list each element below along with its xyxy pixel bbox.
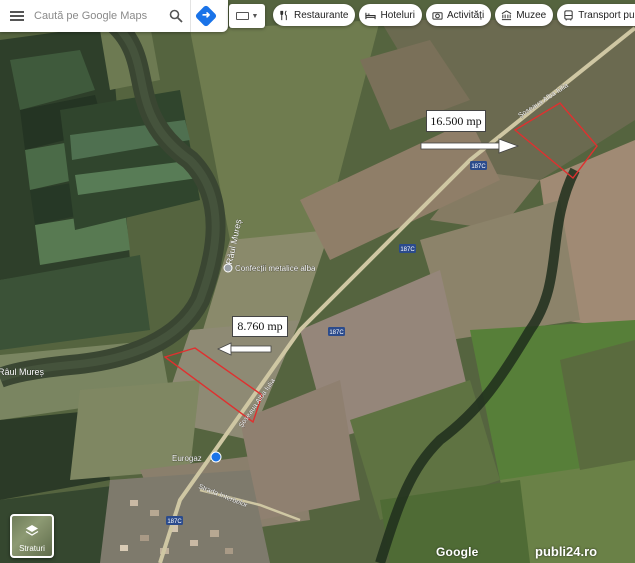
area-label-south: 8.760 mp bbox=[232, 316, 288, 337]
road-shield: 187C bbox=[399, 244, 416, 253]
category-chips: Restaurante Hoteluri Activități Muzee Tr… bbox=[273, 4, 635, 26]
directions-button[interactable]: ➜ bbox=[190, 0, 220, 32]
keyboard-icon bbox=[235, 12, 249, 20]
road-shield: 187C bbox=[328, 327, 345, 336]
chip-activitati[interactable]: Activități bbox=[425, 4, 492, 26]
directions-icon: ➜ bbox=[194, 4, 217, 28]
chip-transport-public[interactable]: Transport public bbox=[557, 4, 635, 26]
road-shield-label: 187C bbox=[471, 164, 486, 170]
camera-icon bbox=[432, 11, 443, 20]
arrow-left-icon bbox=[217, 342, 272, 356]
road-shield-label: 187C bbox=[167, 519, 182, 525]
chip-label: Restaurante bbox=[294, 9, 349, 21]
bus-icon bbox=[564, 9, 573, 21]
poi-eurogaz-label: Eurogaz bbox=[172, 454, 202, 463]
search-input[interactable] bbox=[34, 4, 162, 28]
area-label-north: 16.500 mp bbox=[426, 110, 486, 132]
search-bar: ➜ bbox=[0, 0, 228, 32]
keyboard-toggle-button[interactable]: ▼ bbox=[229, 4, 265, 28]
poi-eurogaz[interactable]: Eurogaz bbox=[172, 451, 222, 463]
layers-label: Straturi bbox=[19, 544, 45, 553]
search-icon[interactable] bbox=[162, 0, 190, 32]
chip-label: Muzee bbox=[516, 9, 547, 21]
museum-icon bbox=[501, 9, 512, 20]
chip-label: Transport public bbox=[578, 9, 635, 21]
road-shield: 187C bbox=[166, 516, 183, 525]
poi-dot-icon bbox=[223, 263, 233, 273]
chevron-down-icon: ▼ bbox=[251, 12, 259, 20]
gas-station-icon bbox=[210, 451, 222, 463]
town-area bbox=[100, 470, 270, 563]
layers-button[interactable]: Straturi bbox=[10, 514, 54, 558]
layers-icon bbox=[25, 525, 39, 536]
chip-label: Activități bbox=[446, 9, 485, 21]
satellite-map[interactable]: 187C 187C 187C 187C Râul Mureș Râul Mure… bbox=[0, 0, 635, 563]
bed-icon bbox=[365, 12, 377, 19]
river-label-lower: Râul Mureș bbox=[0, 367, 45, 377]
road-shield: 187C bbox=[470, 161, 487, 170]
chip-restaurante[interactable]: Restaurante bbox=[273, 4, 356, 26]
fork-knife-icon bbox=[280, 9, 287, 20]
poi-confectii-label: Confecții metalice alba bbox=[235, 264, 316, 273]
publi24-watermark: publi24.ro bbox=[535, 544, 598, 559]
google-logo: Google bbox=[436, 545, 479, 559]
arrow-right-icon bbox=[420, 138, 520, 154]
chip-label: Hoteluri bbox=[380, 9, 415, 21]
chip-muzee[interactable]: Muzee bbox=[495, 4, 554, 26]
road-shield-label: 187C bbox=[400, 247, 415, 253]
hamburger-menu-icon[interactable] bbox=[0, 0, 34, 32]
road-shield-label: 187C bbox=[329, 330, 344, 336]
poi-confectii[interactable]: Confecții metalice alba bbox=[223, 263, 316, 273]
chip-hoteluri[interactable]: Hoteluri bbox=[359, 4, 422, 26]
